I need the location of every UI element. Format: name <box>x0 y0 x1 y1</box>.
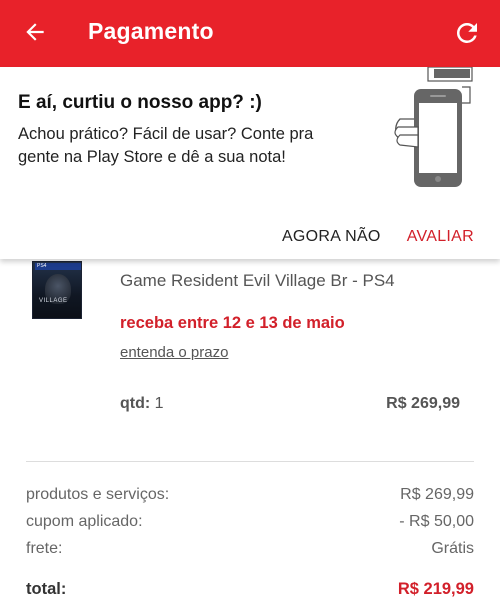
rating-prompt-card: E aí, curtiu o nosso app? :) Achou práti… <box>0 67 500 259</box>
platform-badge: PS4 <box>35 263 81 270</box>
summary-row: cupom aplicado: - R$ 50,00 <box>26 511 474 538</box>
hand-holding-phone-icon <box>394 67 473 187</box>
quantity: qtd: 1 <box>120 395 164 413</box>
summary-label: produtos e serviços: <box>26 486 170 503</box>
page-title: Pagamento <box>88 18 214 44</box>
not-now-button[interactable]: AGORA NÃO <box>282 228 381 246</box>
total-value: R$ 219,99 <box>397 580 474 598</box>
delivery-estimate: receba entre 12 e 13 de maio <box>120 314 345 332</box>
quantity-value: 1 <box>154 395 164 412</box>
summary-label: cupom aplicado: <box>26 513 143 530</box>
summary-value: Grátis <box>431 540 474 557</box>
rating-prompt-heading: E aí, curtiu o nosso app? :) <box>18 92 262 113</box>
divider <box>26 461 474 462</box>
product-item: PS4 VILLAGE Game Resident Evil Village B… <box>0 259 500 459</box>
delivery-info-link[interactable]: entenda o prazo <box>120 344 228 361</box>
summary-value: R$ 269,99 <box>400 486 474 503</box>
rating-prompt-actions: AGORA NÃO AVALIAR <box>282 228 474 246</box>
order-total: total: R$ 219,99 <box>26 580 474 599</box>
order-summary: produtos e serviços: R$ 269,99 cupom apl… <box>26 484 474 565</box>
quantity-label: qtd: <box>120 395 151 412</box>
rating-prompt-message: Achou prático? Fácil de usar? Conte pra … <box>18 125 314 166</box>
summary-value: - R$ 50,00 <box>399 513 474 530</box>
app-bar: Pagamento <box>0 0 500 67</box>
product-thumbnail[interactable]: PS4 VILLAGE <box>32 261 82 319</box>
summary-label: frete: <box>26 540 63 557</box>
arrow-left-icon[interactable] <box>22 19 48 45</box>
product-price: R$ 269,99 <box>386 395 460 412</box>
cover-title: VILLAGE <box>39 298 68 304</box>
summary-row: frete: Grátis <box>26 538 474 565</box>
total-label: total: <box>26 580 67 598</box>
product-name[interactable]: Game Resident Evil Village Br - PS4 <box>120 271 395 291</box>
rate-button[interactable]: AVALIAR <box>407 228 474 246</box>
refresh-icon[interactable] <box>452 18 482 48</box>
summary-row: produtos e serviços: R$ 269,99 <box>26 484 474 511</box>
